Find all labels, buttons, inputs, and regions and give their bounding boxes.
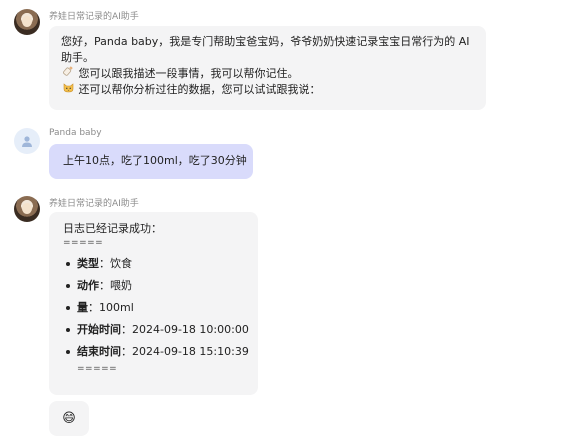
sender-name: 养娃日常记录的AI助手 (49, 199, 139, 209)
separator: ===== (63, 238, 104, 248)
field-value: 100ml (99, 301, 134, 314)
field-value: 2024-09-18 10:00:00 (132, 323, 249, 336)
baby-bottle-icon (61, 66, 75, 82)
message-line-text: 您可以跟我描述一段事情，我可以帮你记住。 (78, 67, 299, 80)
field-key: 动作 (77, 279, 99, 292)
user-icon (22, 136, 32, 147)
field-key: 开始时间 (77, 323, 121, 336)
message-line: 还可以帮你分析过往的数据，您可以试试跟我说： (61, 82, 474, 98)
message-bubble: 您好，Panda baby，我是专门帮助宝爸宝妈，爷爷奶奶快速记录宝宝日常行为的… (49, 26, 486, 110)
message-bubble: 日志已经记录成功： ===== 类型：饮食 动作：喂奶 量：100ml 开始时间… (49, 212, 258, 395)
separator: ===== (77, 364, 118, 374)
assistant-avatar[interactable] (14, 9, 40, 35)
chat-thread: 养娃日常记录的AI助手 您好，Panda baby，我是专门帮助宝爸宝妈，爷爷奶… (0, 0, 582, 438)
message-text: 上午10点，吃了100ml，吃了30分钟 (63, 154, 247, 167)
log-field: 类型：饮食 (63, 253, 244, 275)
cat-face-icon (61, 82, 75, 98)
assistant-avatar[interactable] (14, 196, 40, 222)
grinning-face-icon: 😄 (62, 411, 76, 426)
log-heading: 日志已经记录成功： (63, 222, 162, 235)
log-field: 量：100ml (63, 297, 244, 319)
sender-name: 养娃日常记录的AI助手 (49, 12, 139, 22)
log-field: 动作：喂奶 (63, 275, 244, 297)
field-value: 2024-09-18 15:10:39 (132, 345, 249, 358)
log-field: 开始时间：2024-09-18 10:00:00 (63, 319, 249, 341)
message-line: 您好，Panda baby，我是专门帮助宝爸宝妈，爷爷奶奶快速记录宝宝日常行为的… (61, 35, 470, 48)
sender-name: Panda baby (49, 128, 102, 138)
field-key: 结束时间 (77, 345, 121, 358)
field-value: 喂奶 (110, 279, 132, 292)
field-value: 饮食 (110, 257, 132, 270)
field-key: 类型 (77, 257, 99, 270)
message-line: 您可以跟我描述一段事情，我可以帮你记住。 (61, 66, 474, 82)
field-key: 量 (77, 301, 88, 314)
message-line-text: 还可以帮你分析过往的数据，您可以试试跟我说： (78, 83, 321, 96)
user-avatar[interactable] (14, 128, 40, 154)
log-field: 结束时间：2024-09-18 15:10:39 (63, 341, 249, 363)
message-bubble: 上午10点，吃了100ml，吃了30分钟 (49, 144, 253, 179)
log-fields: 类型：饮食 动作：喂奶 量：100ml 开始时间：2024-09-18 10:0… (63, 253, 249, 363)
emoji-bubble: 😄 (49, 401, 89, 436)
message-line: 助手。 (61, 51, 94, 64)
